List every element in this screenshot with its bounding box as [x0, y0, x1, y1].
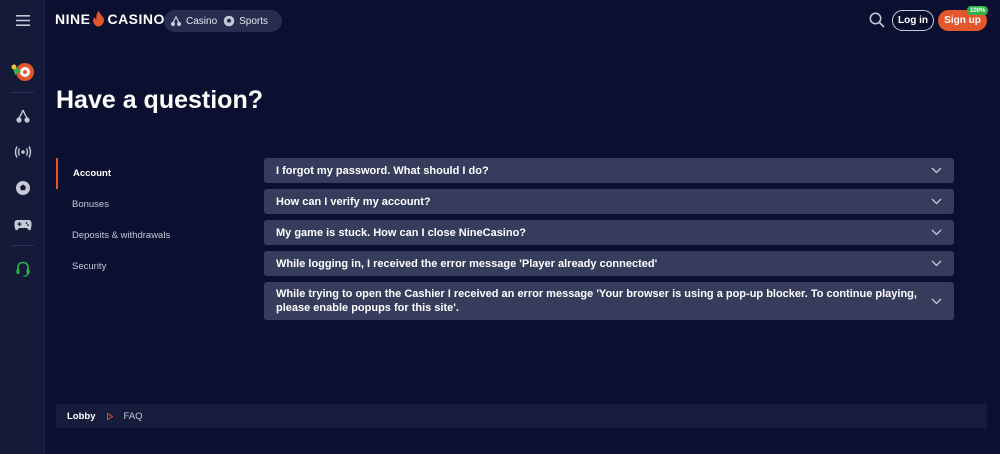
- faq-item-game-stuck[interactable]: My game is stuck. How can I close NineCa…: [264, 220, 954, 245]
- menu-icon[interactable]: [0, 5, 45, 35]
- top-header: NINE CASINO Casino Sports Log in Sign up…: [45, 0, 1000, 42]
- signup-bonus-badge: 100%: [967, 6, 989, 15]
- sidebar-item-casino[interactable]: [0, 101, 45, 131]
- sidebar-item-sports[interactable]: [0, 173, 45, 203]
- faq-question: How can I verify my account?: [276, 195, 431, 208]
- faq-question: While trying to open the Cashier I recei…: [276, 288, 917, 314]
- sidebar-divider: [11, 92, 34, 93]
- category-account[interactable]: Account: [56, 158, 246, 189]
- flame-logo-icon: [93, 11, 105, 27]
- breadcrumb-arrow-icon: [106, 412, 113, 420]
- live-broadcast-icon: [14, 146, 31, 158]
- logo[interactable]: NINE CASINO: [55, 11, 165, 27]
- sidebar-divider: [11, 245, 34, 246]
- main-nav: Casino Sports: [164, 10, 282, 32]
- sidebar: [0, 0, 45, 454]
- sidebar-item-support[interactable]: [0, 254, 45, 284]
- support-headset-icon: [16, 261, 29, 277]
- breadcrumb-lobby-link[interactable]: Lobby: [67, 411, 96, 422]
- faq-item-verify-account[interactable]: How can I verify my account?: [264, 189, 954, 214]
- wheel-of-fortune-icon[interactable]: [0, 56, 45, 86]
- nav-casino-label: Casino: [186, 15, 218, 27]
- logo-text-casino: CASINO: [107, 11, 165, 27]
- search-icon: [869, 12, 885, 28]
- login-button[interactable]: Log in: [892, 10, 934, 31]
- chevron-down-icon: [931, 229, 942, 236]
- cherries-icon: [170, 16, 182, 27]
- chevron-down-icon: [931, 260, 942, 267]
- badge-text: 100%: [970, 7, 986, 14]
- faq-question: I forgot my password. What should I do?: [276, 164, 489, 177]
- faq-item-forgot-password[interactable]: I forgot my password. What should I do?: [264, 158, 954, 183]
- sidebar-item-live[interactable]: [0, 137, 45, 167]
- nav-sports[interactable]: Sports: [223, 15, 268, 27]
- category-bonuses[interactable]: Bonuses: [56, 189, 246, 220]
- breadcrumb-current: FAQ: [123, 410, 143, 422]
- faq-question: My game is stuck. How can I close NineCa…: [276, 226, 527, 239]
- faq-item-player-connected[interactable]: While logging in, I received the error m…: [264, 251, 954, 276]
- nav-sports-label: Sports: [239, 15, 269, 27]
- chevron-down-icon: [931, 167, 942, 174]
- faq-category-list: Account Bonuses Deposits & withdrawals S…: [56, 158, 246, 282]
- category-deposits-withdrawals[interactable]: Deposits & withdrawals: [56, 220, 246, 251]
- category-security[interactable]: Security: [56, 251, 246, 282]
- page-title: Have a question?: [56, 86, 263, 114]
- cherries-icon: [15, 109, 30, 123]
- gamepad-icon: [13, 219, 32, 230]
- sidebar-item-games[interactable]: [0, 209, 45, 239]
- faq-question: While logging in, I received the error m…: [276, 257, 658, 270]
- faq-item-popup-blocker[interactable]: While trying to open the Cashier I recei…: [264, 282, 954, 320]
- football-icon: [15, 181, 30, 195]
- nav-casino[interactable]: Casino: [170, 15, 217, 27]
- breadcrumb: Lobby FAQ: [56, 404, 987, 428]
- chevron-down-icon: [931, 198, 942, 205]
- logo-text-nine: NINE: [55, 11, 91, 27]
- chevron-down-icon: [931, 298, 942, 304]
- faq-accordion: I forgot my password. What should I do? …: [264, 158, 954, 326]
- football-icon: [223, 15, 235, 27]
- search-button[interactable]: [869, 12, 885, 28]
